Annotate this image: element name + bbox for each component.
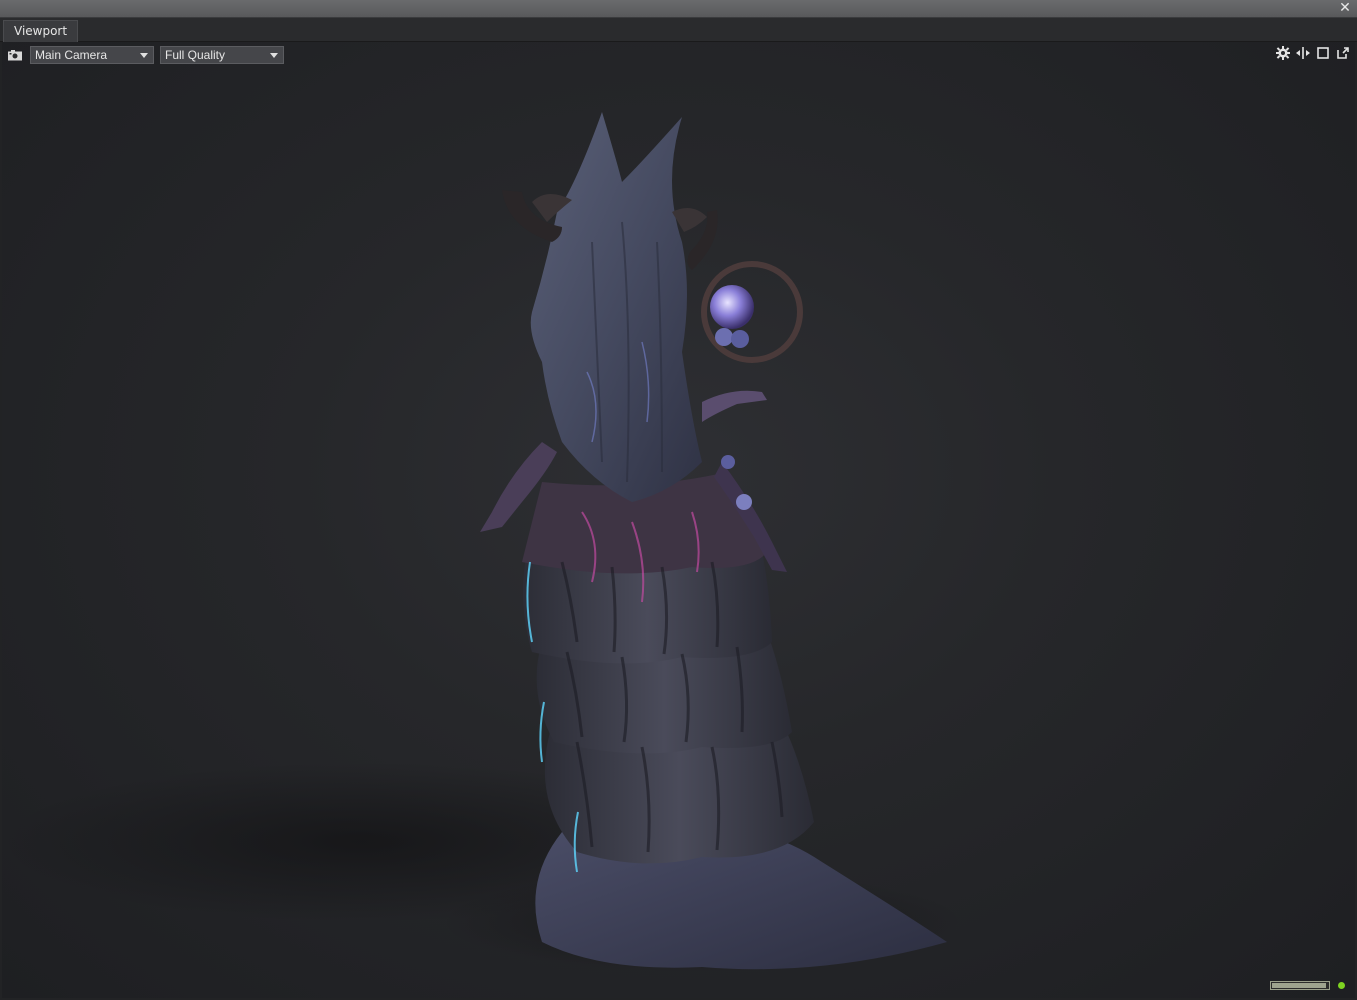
close-button[interactable]: ✕ <box>1337 0 1353 17</box>
camera-select[interactable]: Main Camera <box>30 46 154 64</box>
status-area <box>1270 981 1345 990</box>
quality-select-value: Full Quality <box>165 48 226 62</box>
gear-icon[interactable] <box>1275 45 1291 61</box>
render-progress-bar <box>1270 981 1330 990</box>
tab-viewport[interactable]: Viewport <box>3 20 79 42</box>
status-indicator <box>1338 982 1345 989</box>
viewport-window: ✕ Viewport Main Camera Full Quality <box>0 0 1357 1000</box>
viewport-right-tools <box>1275 45 1351 61</box>
character-model[interactable] <box>2 42 1355 998</box>
split-icon[interactable] <box>1295 45 1311 61</box>
render-progress-fill <box>1272 983 1327 988</box>
maximize-icon[interactable] <box>1315 45 1331 61</box>
title-bar[interactable]: ✕ <box>0 0 1357 18</box>
chevron-down-icon <box>270 53 278 58</box>
popout-icon[interactable] <box>1335 45 1351 61</box>
tab-bar: Viewport <box>0 18 1357 42</box>
camera-icon[interactable] <box>6 46 24 64</box>
viewport-toolbar: Main Camera Full Quality <box>6 46 284 64</box>
chevron-down-icon <box>140 53 148 58</box>
camera-select-value: Main Camera <box>35 48 108 62</box>
quality-select[interactable]: Full Quality <box>160 46 284 64</box>
viewport-canvas[interactable]: Main Camera Full Quality <box>2 42 1355 998</box>
